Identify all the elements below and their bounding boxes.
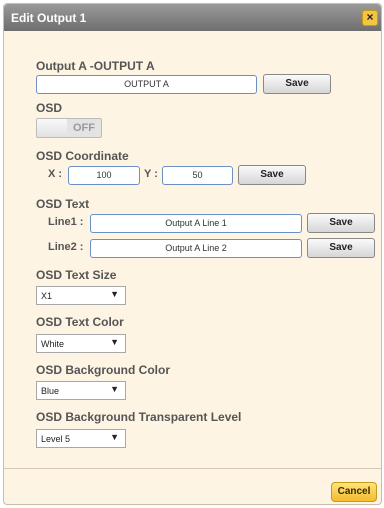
bg-color-heading: OSD Background Color <box>36 363 171 377</box>
text-size-heading: OSD Text Size <box>36 268 117 282</box>
chevron-down-icon: ▼ <box>110 384 119 394</box>
coordinate-save-button[interactable]: Save <box>238 165 306 185</box>
close-icon[interactable]: × <box>362 10 378 26</box>
osd-heading: OSD <box>36 101 63 115</box>
bg-level-select[interactable]: Level 5 ▼ <box>36 429 126 448</box>
coordinate-heading: OSD Coordinate <box>36 149 129 163</box>
footer-divider <box>4 468 381 469</box>
cancel-button[interactable]: Cancel <box>331 482 377 502</box>
line1-field[interactable]: Output A Line 1 <box>90 214 302 233</box>
chevron-down-icon: ▼ <box>110 289 119 299</box>
dialog-title: Edit Output 1 <box>11 11 87 25</box>
text-color-heading: OSD Text Color <box>36 315 124 329</box>
line2-label: Line2 : <box>48 241 84 253</box>
chevron-down-icon: ▼ <box>110 337 119 347</box>
osd-toggle[interactable]: OFF <box>36 118 102 138</box>
osd-text-heading: OSD Text <box>36 197 90 211</box>
bg-level-value: Level 5 <box>41 434 71 444</box>
osd-toggle-state: OFF <box>67 119 101 137</box>
bg-color-select[interactable]: Blue ▼ <box>36 381 126 400</box>
dialog-titlebar[interactable]: Edit Output 1 × <box>4 4 381 31</box>
line2-save-button[interactable]: Save <box>307 238 375 258</box>
text-color-select[interactable]: White ▼ <box>36 334 126 353</box>
line1-save-button[interactable]: Save <box>307 213 375 233</box>
line1-label: Line1 : <box>48 216 84 228</box>
text-color-value: White <box>41 339 65 349</box>
output-heading: Output A -OUTPUT A <box>36 59 155 73</box>
osd-toggle-knob <box>37 119 68 137</box>
text-size-value: X1 <box>41 291 53 301</box>
output-name-field[interactable]: OUTPUT A <box>36 75 257 94</box>
bg-level-heading: OSD Background Transparent Level <box>36 410 242 424</box>
edit-output-dialog: Edit Output 1 × Output A -OUTPUT A OUTPU… <box>3 3 382 505</box>
output-name-save-button[interactable]: Save <box>263 74 331 94</box>
chevron-down-icon: ▼ <box>110 432 119 442</box>
coordinate-x-label: X : <box>48 168 63 180</box>
coordinate-y-label: Y : <box>144 168 158 180</box>
coordinate-y-field[interactable]: 50 <box>162 166 233 185</box>
bg-color-value: Blue <box>41 386 60 396</box>
coordinate-x-field[interactable]: 100 <box>68 166 140 185</box>
line2-field[interactable]: Output A Line 2 <box>90 239 302 258</box>
text-size-select[interactable]: X1 ▼ <box>36 286 126 305</box>
